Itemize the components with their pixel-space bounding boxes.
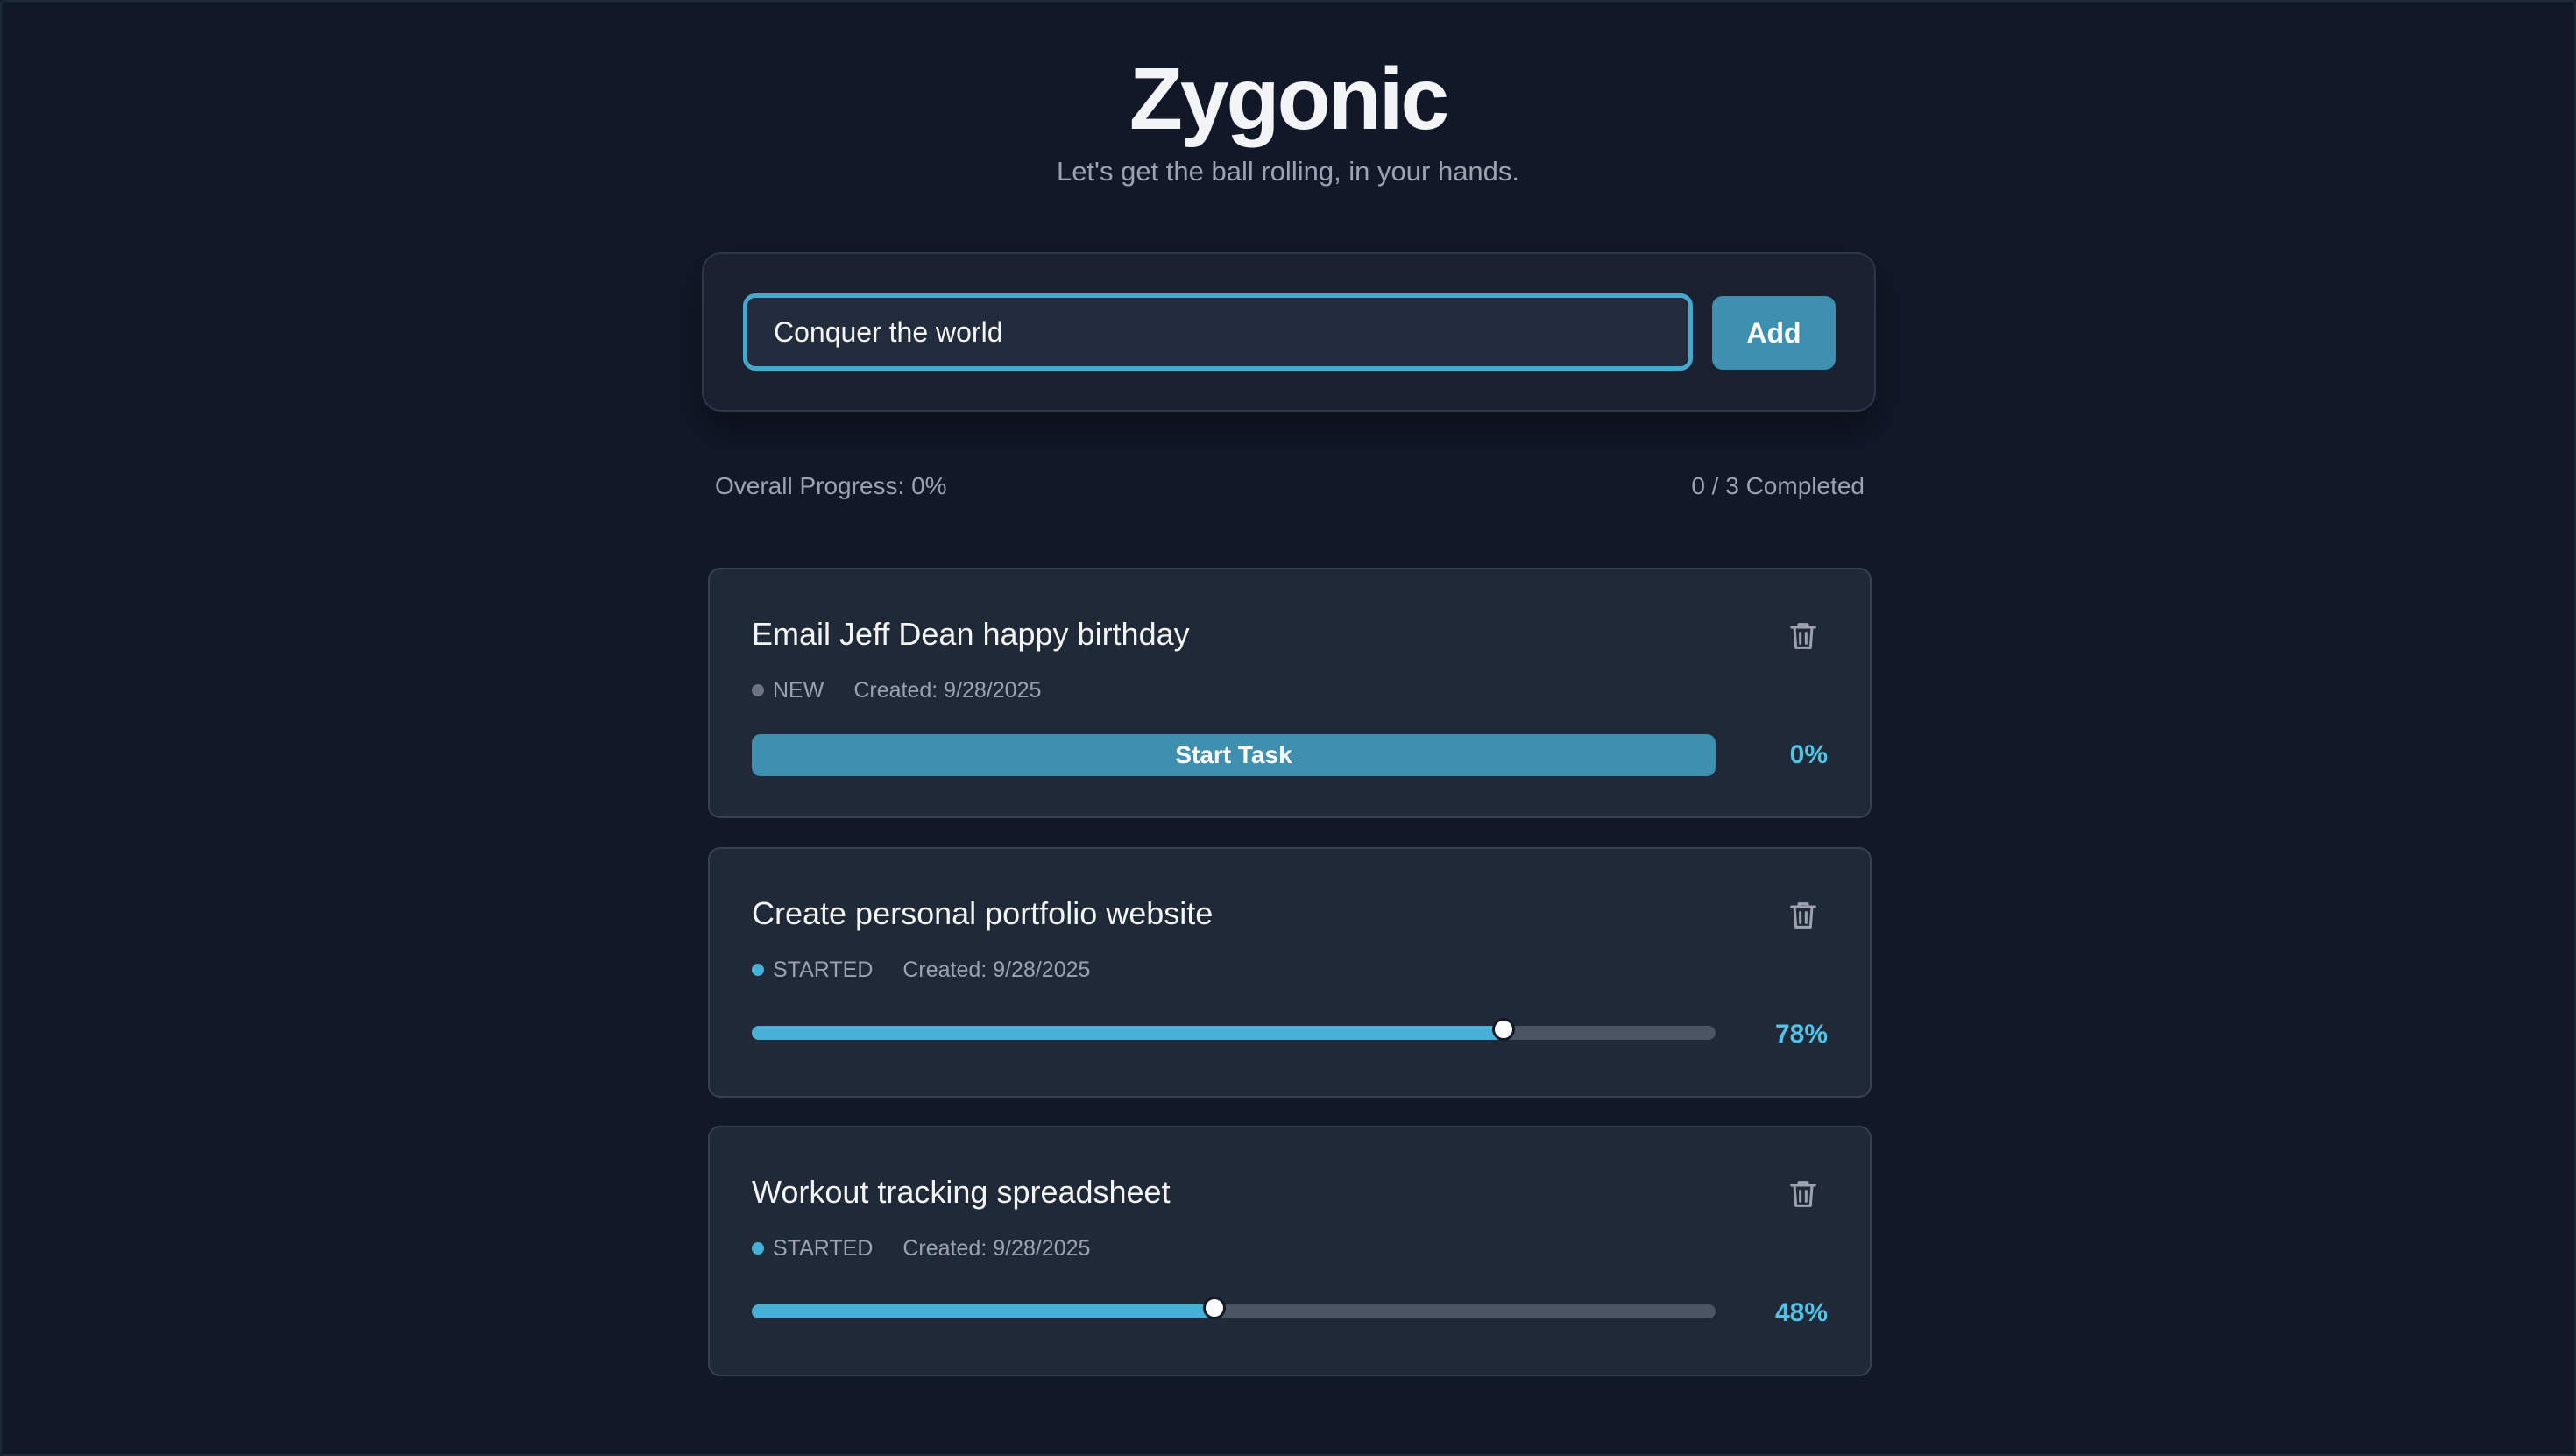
task-percent: 78%	[1774, 1020, 1828, 1049]
task-meta: NEW Created: 9/28/2025	[752, 676, 1041, 704]
task-meta: STARTED Created: 9/28/2025	[752, 956, 1090, 984]
progress-slider[interactable]	[752, 1297, 1716, 1319]
overall-progress-text: Overall Progress: 0%	[715, 472, 947, 499]
created-date: Created: 9/28/2025	[902, 1236, 1091, 1261]
app-window: Zygonic Let's get the ball rolling, in y…	[0, 0, 2576, 1456]
task-title: Email Jeff Dean happy birthday	[752, 616, 1190, 652]
app-title: Zygonic	[1129, 50, 1449, 148]
completed-count-text: 0 / 3 Completed	[1691, 472, 1865, 499]
task-card: Create personal portfolio website STARTE…	[708, 847, 1872, 1098]
status-dot	[752, 1242, 764, 1255]
status-label: STARTED	[773, 1236, 874, 1261]
progress-slider[interactable]	[752, 1018, 1716, 1041]
trash-icon[interactable]	[1786, 618, 1821, 654]
status-label: NEW	[773, 678, 824, 703]
progress-slider-fill	[752, 1026, 1504, 1040]
status-label: STARTED	[773, 958, 874, 982]
start-task-button[interactable]: Start Task	[752, 734, 1716, 776]
task-title: Workout tracking spreadsheet	[752, 1174, 1171, 1210]
task-percent: 48%	[1774, 1298, 1828, 1327]
progress-slider-thumb[interactable]	[1203, 1297, 1226, 1319]
add-button[interactable]: Add	[1712, 296, 1836, 370]
trash-icon[interactable]	[1786, 898, 1821, 933]
created-date: Created: 9/28/2025	[902, 958, 1091, 982]
trash-icon[interactable]	[1786, 1177, 1821, 1212]
task-card: Email Jeff Dean happy birthday NEW Creat…	[708, 568, 1872, 818]
progress-slider-fill	[752, 1304, 1214, 1318]
task-percent: 0%	[1789, 740, 1828, 769]
task-title: Create personal portfolio website	[752, 895, 1214, 931]
add-task-panel: Add	[702, 252, 1876, 412]
progress-summary: Overall Progress: 0% 0 / 3 Completed	[715, 471, 1865, 501]
progress-slider-thumb[interactable]	[1492, 1018, 1515, 1041]
task-meta: STARTED Created: 9/28/2025	[752, 1234, 1090, 1262]
tagline: Let's get the ball rolling, in your hand…	[1056, 156, 1520, 187]
new-task-input[interactable]	[743, 293, 1693, 371]
created-date: Created: 9/28/2025	[853, 678, 1042, 703]
header: Zygonic Let's get the ball rolling, in y…	[2, 51, 2574, 189]
status-dot	[752, 964, 764, 976]
task-card: Workout tracking spreadsheet STARTED Cre…	[708, 1126, 1872, 1376]
status-dot	[752, 684, 764, 696]
